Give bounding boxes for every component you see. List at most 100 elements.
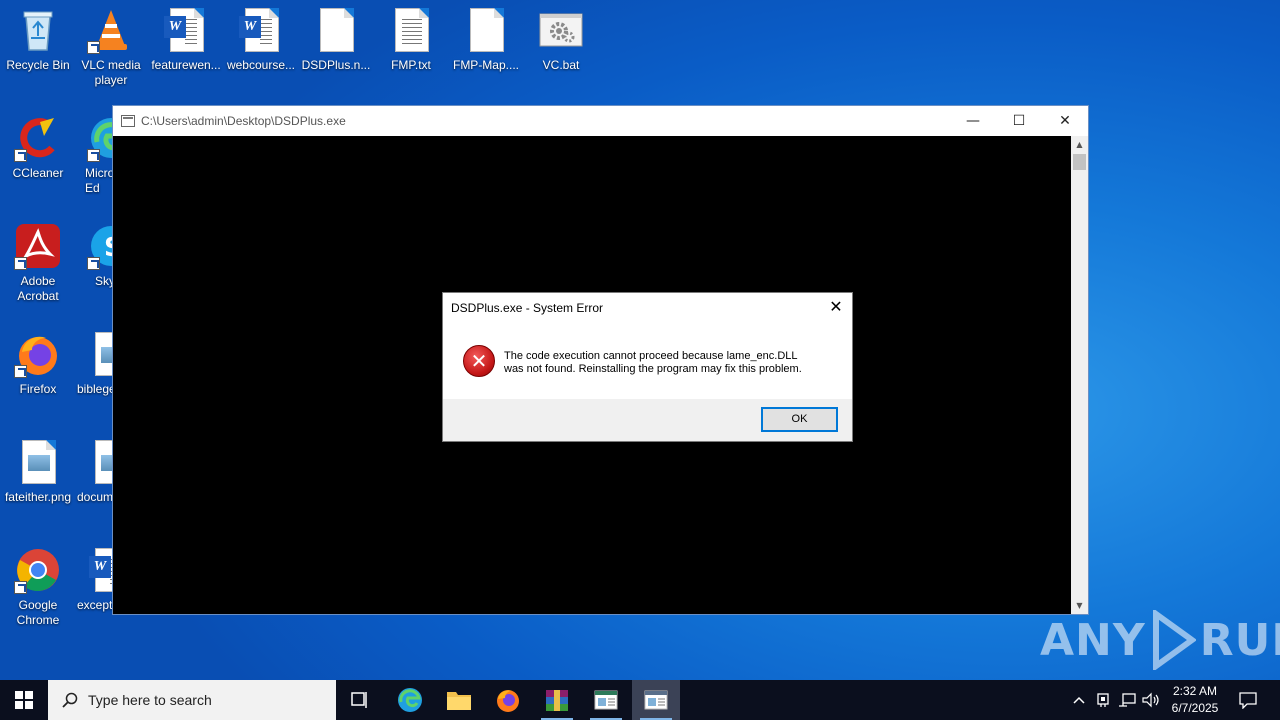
desktop-icon-adobe-acrobat[interactable]: Adobe Acrobat [0, 222, 76, 304]
console-title: C:\Users\admin\Desktop\DSDPlus.exe [141, 114, 346, 128]
watermark-text-right: RUN [1199, 614, 1280, 666]
maximize-button[interactable]: ☐ [996, 106, 1042, 136]
dialog-message: The code execution cannot proceed becaus… [504, 350, 802, 376]
desktop-icon-biblege[interactable]: biblege [73, 330, 113, 397]
console-app-icon [121, 115, 135, 127]
notification-center-button[interactable] [1228, 680, 1268, 720]
desktop-icon-label: featurewen... [151, 58, 221, 72]
windows-logo-icon [15, 691, 33, 709]
ok-button[interactable]: OK [761, 407, 838, 432]
tray-volume-button[interactable] [1140, 680, 1162, 720]
desktop-icon-featurewen[interactable]: W featurewen... [148, 6, 224, 73]
watermark-text-left: ANY [1040, 614, 1146, 666]
desktop-icon-label: biblege [77, 382, 113, 396]
desktop-icon-label: VLC media player [81, 58, 141, 87]
dialog-message-line-2: was not found. Reinstalling the program … [504, 363, 802, 375]
winrar-icon [546, 690, 568, 711]
error-icon: ✕ [463, 345, 495, 377]
console-scrollbar[interactable]: ▲ ▼ [1071, 136, 1088, 614]
desktop-icon-dsdplus-n[interactable]: DSDPlus.n... [298, 6, 374, 73]
edge-icon [87, 114, 113, 162]
desktop-icon-label: CCleaner [12, 166, 64, 180]
blank-file-icon [462, 6, 510, 54]
system-error-dialog[interactable]: DSDPlus.exe - System Error ✕ ✕ The code … [442, 292, 853, 442]
desktop-icon-label: Firefox [19, 382, 57, 396]
taskbar-file-explorer[interactable] [435, 680, 483, 720]
dialog-message-line-1: The code execution cannot proceed becaus… [504, 350, 798, 362]
clock-time: 2:32 AM [1172, 684, 1218, 698]
scroll-thumb[interactable] [1073, 154, 1086, 170]
taskbar-app-window[interactable] [582, 680, 630, 720]
firefox-icon [497, 690, 519, 712]
shortcut-arrow-icon [14, 581, 27, 594]
desktop-icon-fateither[interactable]: fateither.png [0, 438, 76, 505]
acrobat-icon [14, 222, 62, 270]
shortcut-arrow-icon [87, 257, 100, 270]
desktop-icon-google-chrome[interactable]: Google Chrome [0, 546, 76, 628]
search-placeholder: Type here to search [88, 692, 212, 708]
taskbar-search-box[interactable]: Type here to search [48, 680, 336, 720]
skype-icon: S [87, 222, 113, 270]
desktop-icon-label: Micro Ed [85, 166, 113, 195]
start-button[interactable] [0, 680, 48, 720]
desktop-icon-label: Sky [95, 274, 113, 288]
minimize-button[interactable]: — [950, 106, 996, 136]
dialog-close-button[interactable]: ✕ [826, 297, 846, 317]
tray-network-button[interactable] [1116, 680, 1138, 720]
desktop-icon-label: FMP-Map.... [452, 58, 519, 72]
taskbar-clock[interactable]: 2:32 AM 6/7/2025 [1165, 683, 1225, 717]
desktop-icon-fmp-txt[interactable]: FMP.txt [373, 6, 449, 73]
close-button[interactable]: ✕ [1042, 106, 1088, 136]
dialog-title: DSDPlus.exe - System Error [451, 301, 604, 315]
desktop-icon-skype[interactable]: S Sky [73, 222, 113, 289]
shortcut-arrow-icon [87, 41, 100, 54]
notification-icon [1239, 692, 1257, 709]
desktop-icon-label: VC.bat [542, 58, 580, 72]
taskbar-console-active[interactable] [632, 680, 680, 720]
edge-icon [398, 688, 422, 712]
desktop-icon-label: Recycle Bin [6, 58, 70, 72]
desktop-icon-ccleaner[interactable]: CCleaner [0, 114, 76, 181]
console-titlebar[interactable]: C:\Users\admin\Desktop\DSDPlus.exe — ☐ ✕ [113, 106, 1088, 136]
taskbar-edge[interactable] [386, 680, 434, 720]
dialog-footer: OK [443, 399, 852, 441]
desktop-icon-recycle-bin[interactable]: Recycle Bin [0, 6, 76, 73]
desktop-icon-webcourse[interactable]: W webcourse... [223, 6, 299, 73]
chrome-icon [14, 546, 62, 594]
shortcut-arrow-icon [87, 149, 100, 162]
desktop-icon-vlc[interactable]: VLC media player [73, 6, 149, 88]
image-file-icon [14, 438, 62, 486]
recycle-bin-icon [14, 6, 62, 54]
anyrun-watermark: ANY RUN [1040, 608, 1280, 672]
taskbar-firefox[interactable] [484, 680, 532, 720]
task-view-icon [351, 692, 367, 708]
desktop-icon-fmp-map[interactable]: FMP-Map.... [448, 6, 524, 73]
folder-icon [447, 692, 471, 710]
desktop-icon-firefox[interactable]: Firefox [0, 330, 76, 397]
desktop-icon-docum[interactable]: docum [73, 438, 113, 505]
desktop-icon-label: webcourse... [226, 58, 296, 72]
desktop-icon-label: fateither.png [4, 490, 72, 504]
task-view-button[interactable] [336, 680, 384, 720]
desktop-icon-edge[interactable]: Micro Ed [73, 114, 113, 196]
desktop-icon-label: docum [77, 490, 113, 504]
search-icon [62, 692, 78, 708]
tray-device-button[interactable] [1092, 680, 1114, 720]
desktop-icon-vc-bat[interactable]: VC.bat [523, 6, 599, 73]
usb-device-icon [1097, 693, 1109, 707]
desktop-icon-label: DSDPlus.n... [301, 58, 371, 72]
show-hidden-icons-button[interactable] [1068, 680, 1090, 720]
taskbar: Type here to search 2:32 AM 6/7/2025 [0, 680, 1280, 720]
image-file-icon [87, 330, 113, 378]
desktop-icon-label: except [77, 598, 113, 612]
shortcut-arrow-icon [14, 149, 27, 162]
scroll-up-arrow-icon[interactable]: ▲ [1071, 136, 1088, 153]
text-file-icon [387, 6, 435, 54]
watermark-play-icon [1152, 610, 1196, 670]
taskbar-winrar[interactable] [533, 680, 581, 720]
ccleaner-icon [14, 114, 62, 162]
desktop-icon-except[interactable]: W except [73, 546, 113, 613]
batch-file-gear-icon [537, 6, 585, 54]
network-icon [1119, 693, 1136, 707]
app-window-icon [594, 690, 618, 710]
